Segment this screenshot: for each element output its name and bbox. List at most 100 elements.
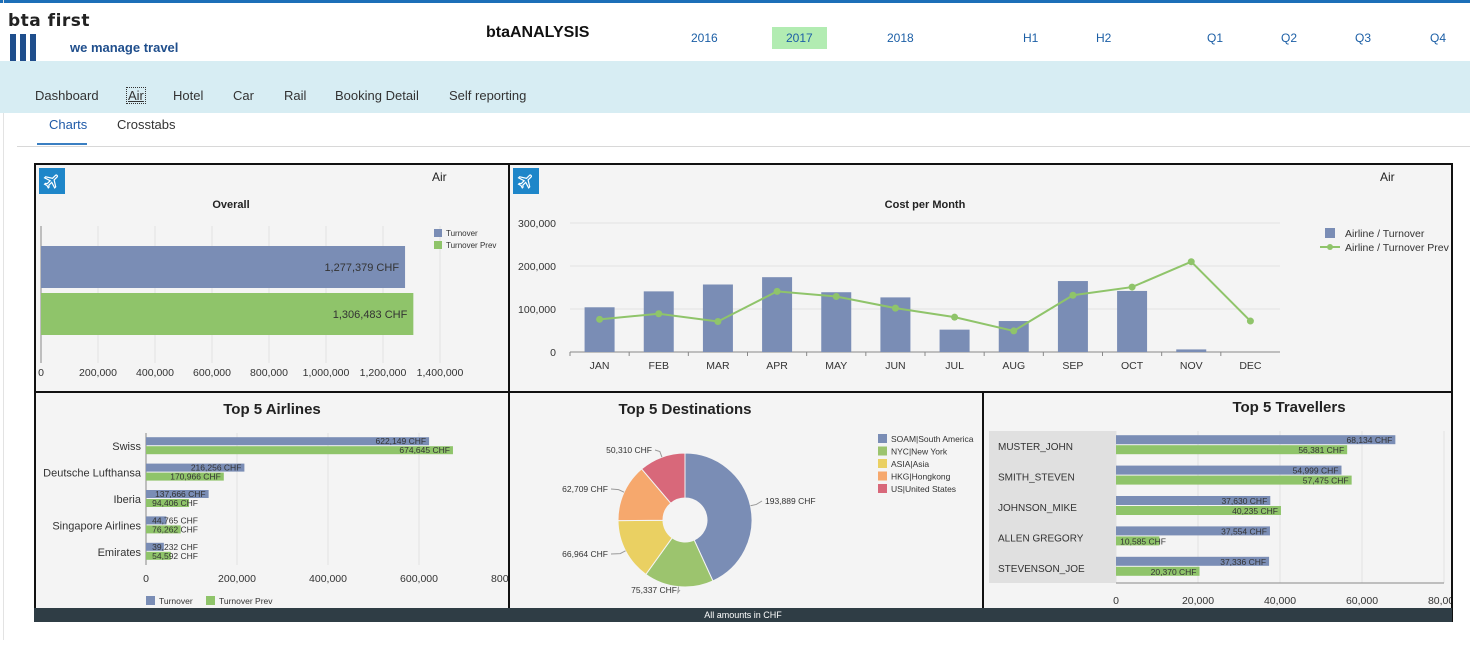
x-tick-label: 1,000,000 — [303, 367, 350, 379]
category-label: Emirates — [98, 547, 142, 559]
cost-per-month-chart: 0 100,000 200,000 300,000 JAN FEB MAR APR MAY JUN… — [518, 218, 1450, 372]
legend-label: Turnover Prev — [219, 596, 273, 606]
data-label: 674,645 CHF — [399, 445, 450, 455]
x-tick-label: 0 — [1113, 595, 1119, 607]
leader-line — [750, 500, 763, 507]
top-travellers-panel: Top 5 Travellers 0 20,000 40,000 60,000 80,0… — [982, 391, 1453, 622]
x-tick-label: 800,000 — [250, 367, 288, 379]
bar-airline-turnover — [939, 329, 970, 352]
bar-airline-turnover — [821, 292, 852, 352]
category-label: Deutsche Lufthansa — [43, 468, 142, 480]
period-2018[interactable]: 2018 — [887, 31, 914, 45]
tab-charts[interactable]: Charts — [49, 117, 87, 132]
legend-swatch — [878, 434, 887, 443]
data-label: 50,310 CHF — [606, 445, 652, 455]
overall-panel: Air Overall 0 200,000 400,000 600,000 800,00… — [34, 163, 510, 393]
point-airline-turnover-prev — [655, 310, 663, 318]
point-airline-turnover-prev — [714, 317, 722, 325]
period-q3[interactable]: Q3 — [1355, 31, 1371, 45]
bar-airline-turnover — [584, 307, 615, 352]
x-tick-label: OCT — [1121, 360, 1144, 372]
bar-airline-turnover — [1057, 281, 1088, 352]
x-tick-label: 1,200,000 — [360, 367, 407, 379]
legend-label: SOAM|South America — [891, 434, 974, 444]
nav-self-reporting[interactable]: Self reporting — [449, 88, 526, 103]
data-label: 37,336 CHF — [1220, 557, 1266, 567]
x-tick-label: 400,000 — [309, 573, 347, 585]
period-h2[interactable]: H2 — [1096, 31, 1111, 45]
x-tick-label: MAY — [825, 360, 847, 372]
category-label: Swiss — [112, 441, 141, 453]
nav-hotel[interactable]: Hotel — [173, 88, 203, 103]
point-airline-turnover-prev — [1187, 258, 1195, 266]
leader-line — [677, 586, 681, 595]
nav-rail[interactable]: Rail — [284, 88, 306, 103]
period-q1[interactable]: Q1 — [1207, 31, 1223, 45]
data-label: 10,585 CHF — [1120, 536, 1166, 546]
legend-swatch — [1325, 228, 1335, 238]
point-airline-turnover-prev — [891, 304, 899, 312]
bar-airline-turnover — [1176, 349, 1207, 352]
x-tick-label: 80,000 — [1428, 595, 1451, 607]
data-label: 66,964 CHF — [562, 549, 608, 559]
category-label: Singapore Airlines — [52, 520, 141, 532]
nav-dashboard[interactable]: Dashboard — [35, 88, 99, 103]
x-tick-label: JUL — [945, 360, 964, 372]
top-airlines-panel: Top 5 Airlines 0 200,000 400,000 600,000 800… — [34, 391, 510, 622]
x-tick-label: NOV — [1180, 360, 1203, 372]
nav-booking-detail[interactable]: Booking Detail — [335, 88, 419, 103]
leader-line — [610, 488, 625, 493]
legend-label: Turnover — [446, 229, 478, 238]
legend-label: US|United States — [891, 484, 956, 494]
point-airline-turnover-prev — [596, 315, 604, 323]
data-label: 57,475 CHF — [1303, 476, 1349, 486]
point-airline-turnover-prev — [773, 287, 781, 295]
x-tick-label: AUG — [1002, 360, 1025, 372]
point-airline-turnover-prev — [951, 313, 959, 321]
data-label: 62,709 CHF — [562, 484, 608, 494]
legend-label: NYC|New York — [891, 447, 948, 457]
x-tick-label: 1,400,000 — [417, 367, 464, 379]
point-airline-turnover-prev — [1010, 327, 1018, 335]
x-tick-label: FEB — [649, 360, 669, 372]
x-tick-label: DEC — [1239, 360, 1262, 372]
x-tick-label: 60,000 — [1346, 595, 1378, 607]
x-tick-label: JAN — [590, 360, 610, 372]
legend-label: Airline / Turnover — [1345, 228, 1425, 240]
period-q2[interactable]: Q2 — [1281, 31, 1297, 45]
y-tick-label: 300,000 — [518, 218, 556, 230]
legend-label: ASIA|Asia — [891, 459, 929, 469]
x-tick-label: 800,000 — [491, 573, 508, 585]
legend-swatch — [434, 229, 442, 237]
period-2016[interactable]: 2016 — [691, 31, 718, 45]
sub-tabs: Charts Crosstabs — [0, 113, 1470, 147]
data-label: 40,235 CHF — [1232, 506, 1278, 516]
footer-note: All amounts in CHF — [34, 608, 1452, 622]
top-destinations-chart: 193,889 CHF SOAM|South America 75,337 CHF N… — [562, 434, 974, 595]
main-nav: Dashboard Air Hotel Car Rail Booking Det… — [0, 61, 1470, 113]
point-airline-turnover-prev — [1128, 283, 1136, 291]
nav-car[interactable]: Car — [233, 88, 254, 103]
legend-label: HKG|Hongkong — [891, 472, 951, 482]
legend-swatch — [878, 446, 887, 456]
overall-chart: 0 200,000 400,000 600,000 800,000 1,000,000 1,… — [38, 226, 496, 379]
period-h1[interactable]: H1 — [1023, 31, 1038, 45]
legend-label: Airline / Turnover Prev — [1345, 242, 1450, 254]
app-title: btaANALYSIS — [486, 24, 590, 41]
logo-name: bta first — [8, 11, 91, 31]
nav-air[interactable]: Air — [126, 87, 146, 104]
bar-airline-turnover — [1117, 290, 1148, 352]
data-label: 68,134 CHF — [1347, 435, 1393, 445]
x-tick-label: APR — [766, 360, 788, 372]
data-label: 94,406 CHF — [152, 498, 198, 508]
data-label: 75,337 CHF — [631, 585, 677, 595]
period-2017[interactable]: 2017 — [772, 27, 827, 49]
data-label: 193,889 CHF — [765, 496, 816, 506]
data-label: 76,262 CHF — [152, 524, 198, 534]
category-label: MUSTER_JOHN — [998, 442, 1073, 453]
tab-crosstabs[interactable]: Crosstabs — [117, 117, 176, 132]
legend-label: Turnover Prev — [446, 241, 496, 250]
legend-swatch — [878, 459, 887, 468]
x-tick-label: 400,000 — [136, 367, 174, 379]
period-q4[interactable]: Q4 — [1430, 31, 1446, 45]
